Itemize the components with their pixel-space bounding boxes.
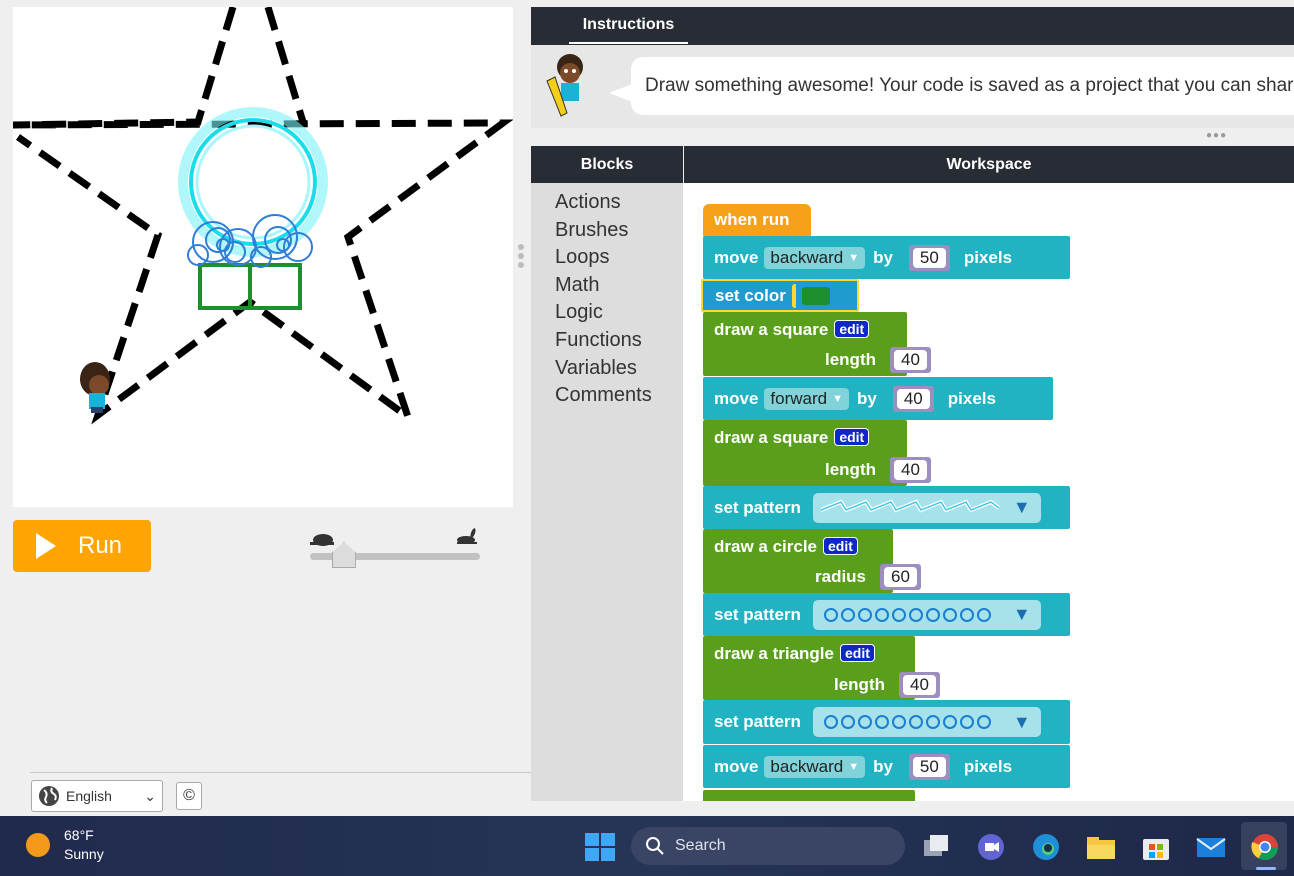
- avatar: [546, 54, 583, 117]
- length-param: length 40: [703, 668, 967, 701]
- number-input[interactable]: 60: [880, 563, 921, 590]
- swirl-pattern-icon: [823, 715, 991, 729]
- set-pattern-block[interactable]: set pattern ▼: [703, 700, 1070, 744]
- pattern-dropdown[interactable]: ▼: [812, 492, 1041, 523]
- move-block[interactable]: move backward ▼ by 50 pixels: [703, 236, 1070, 279]
- category-comments[interactable]: Comments: [531, 382, 683, 410]
- weather-temp: 68°F: [64, 827, 94, 843]
- radius-param: radius 60: [703, 560, 953, 593]
- category-brushes[interactable]: Brushes: [531, 217, 683, 245]
- weather-condition: Sunny: [64, 846, 104, 862]
- task-view-icon[interactable]: [920, 831, 952, 863]
- draw-triangle-block[interactable]: [703, 790, 915, 801]
- file-explorer-icon[interactable]: [1085, 831, 1117, 863]
- turtle-icon: [310, 534, 334, 546]
- footer-divider: [30, 772, 531, 773]
- language-label: English: [66, 788, 112, 804]
- language-select[interactable]: English ⌄: [31, 780, 163, 812]
- star-edge: [264, 7, 307, 124]
- mail-icon[interactable]: [1195, 831, 1227, 863]
- move-block[interactable]: move forward ▼ by 40 pixels: [703, 377, 1053, 420]
- category-math[interactable]: Math: [531, 272, 683, 300]
- panel-splitter[interactable]: [518, 244, 526, 272]
- store-icon[interactable]: [1140, 831, 1172, 863]
- instructions-text: Draw something awesome! Your code is sav…: [631, 57, 1294, 115]
- set-color-block[interactable]: set color: [701, 279, 859, 312]
- category-functions[interactable]: Functions: [531, 327, 683, 355]
- glow-circle: [189, 118, 317, 246]
- category-actions[interactable]: Actions: [531, 189, 683, 217]
- search-icon: [646, 837, 664, 855]
- star-path: [13, 7, 513, 427]
- category-logic[interactable]: Logic: [531, 299, 683, 327]
- number-input[interactable]: 40: [892, 385, 934, 412]
- number-input[interactable]: 50: [908, 244, 950, 271]
- number-input[interactable]: 40: [890, 456, 931, 483]
- set-pattern-block[interactable]: set pattern ▼: [703, 593, 1070, 636]
- windows-start-icon[interactable]: [585, 833, 615, 861]
- chrome-browser-icon[interactable]: [1249, 831, 1281, 863]
- direction-dropdown[interactable]: forward ▼: [764, 387, 849, 410]
- run-button-label: Run: [78, 532, 123, 559]
- green-square-2: [248, 263, 302, 310]
- block-toolbox: Actions Brushes Loops Math Logic Functio…: [531, 183, 683, 801]
- instructions-header: Instructions: [531, 7, 1294, 45]
- play-icon: [36, 533, 56, 559]
- workspace[interactable]: when run move backward ▼ by 50 pixels set…: [683, 183, 1294, 801]
- move-block[interactable]: move backward ▼ by 50 pixels: [703, 745, 1070, 788]
- number-input[interactable]: 50: [908, 753, 950, 780]
- taskbar-search[interactable]: Search: [631, 827, 905, 865]
- number-input[interactable]: 40: [890, 346, 931, 373]
- color-swatch[interactable]: [801, 286, 830, 305]
- globe-icon: [39, 786, 59, 806]
- length-param: length 40: [703, 343, 959, 376]
- workspace-header: Workspace: [684, 146, 1294, 183]
- copyright-button[interactable]: ©: [176, 782, 202, 810]
- search-label: Search: [675, 837, 726, 854]
- rabbit-icon: [457, 528, 477, 544]
- run-button[interactable]: Run: [13, 520, 151, 572]
- lightning-pattern-icon: [820, 499, 1001, 512]
- when-run-block[interactable]: when run: [703, 204, 811, 236]
- chevron-down-icon: ⌄: [144, 787, 156, 804]
- blocks-header: Blocks: [531, 146, 683, 183]
- edit-button[interactable]: edit: [834, 320, 870, 338]
- taskbar: 68°F Sunny Search: [0, 816, 1294, 876]
- instructions-panel: Draw something awesome! Your code is sav…: [531, 45, 1294, 128]
- length-param: length 40: [703, 453, 959, 486]
- color-swatch-holder[interactable]: [791, 283, 834, 308]
- edit-button[interactable]: edit: [834, 428, 870, 446]
- green-square-1: [198, 263, 252, 310]
- edit-button[interactable]: edit: [839, 644, 875, 662]
- speed-slider[interactable]: [308, 528, 483, 568]
- teams-chat-icon[interactable]: [975, 831, 1007, 863]
- app-window: Run English ⌄ © Instructions Draw someth…: [0, 0, 1294, 816]
- drawing-canvas: [13, 7, 513, 507]
- category-variables[interactable]: Variables: [531, 355, 683, 383]
- weather-widget[interactable]: 68°F Sunny: [26, 826, 104, 864]
- edge-browser-icon[interactable]: [1030, 831, 1062, 863]
- number-input[interactable]: 40: [899, 671, 940, 698]
- set-pattern-block[interactable]: set pattern ▼: [703, 486, 1070, 529]
- pattern-dropdown[interactable]: ▼: [812, 707, 1041, 737]
- tab-instructions[interactable]: Instructions: [569, 7, 688, 44]
- direction-dropdown[interactable]: backward ▼: [764, 246, 866, 269]
- active-indicator: [1256, 867, 1276, 870]
- resize-handle[interactable]: ●●●: [1206, 130, 1227, 141]
- sun-icon: [26, 833, 50, 857]
- drawing: [13, 7, 513, 427]
- edit-button[interactable]: edit: [823, 537, 858, 555]
- direction-dropdown[interactable]: backward ▼: [764, 755, 866, 778]
- pattern-dropdown[interactable]: ▼: [812, 599, 1041, 630]
- swirl-pattern-icon: [823, 607, 991, 622]
- category-loops[interactable]: Loops: [531, 244, 683, 272]
